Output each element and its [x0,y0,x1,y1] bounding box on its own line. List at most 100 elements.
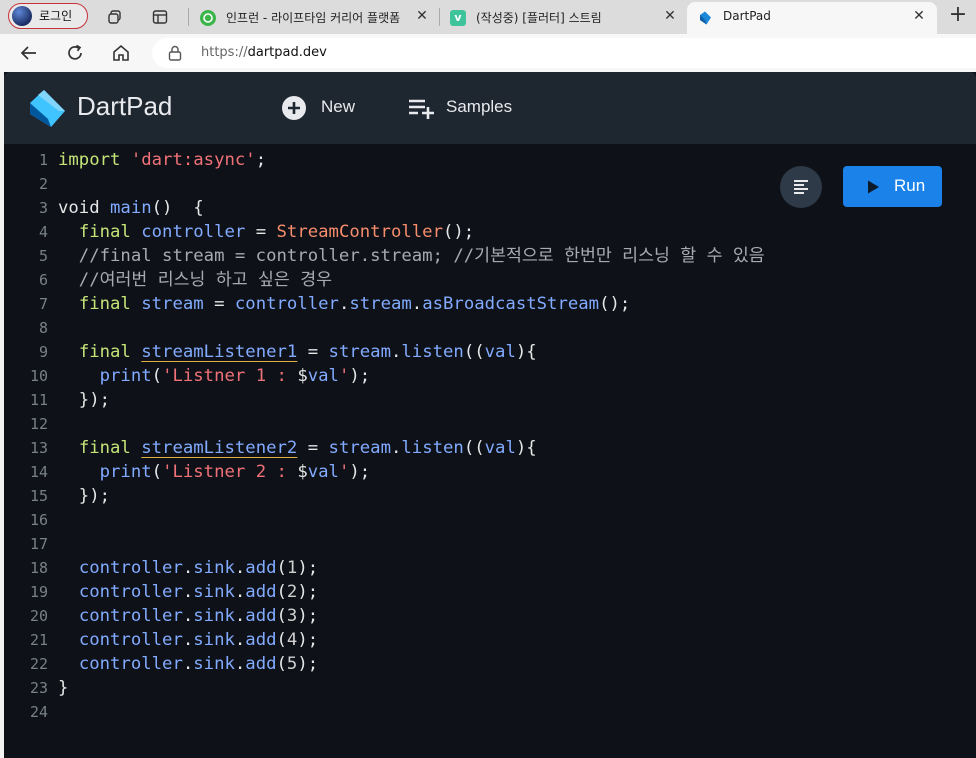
code-line: 23} [4,676,976,700]
code-token: controller [78,606,183,626]
code-token: final [78,438,142,458]
workspaces-icon[interactable] [106,8,124,26]
code-token: . [234,558,246,578]
code-token: . [411,294,423,314]
new-tab-icon[interactable]: + [946,4,970,28]
code-token: ' [338,462,350,482]
format-button[interactable] [780,166,822,208]
address-bar[interactable]: https://dartpad.dev [152,38,976,68]
line-number: 8 [38,319,48,337]
line-number: 14 [29,463,48,481]
code-line: 14 print('Listner 2 : $val'); [4,460,976,484]
code-token: //final stream = controller.stream; //기본… [58,246,765,266]
run-button[interactable]: Run [843,166,942,207]
tab-velog[interactable]: v (작성중) [플러터] 스트림 ✕ [440,2,686,34]
tab-separator [188,8,189,26]
code-token: . [182,558,194,578]
line-number: 18 [29,559,48,577]
samples-button[interactable]: Samples [408,94,528,122]
code-line: 1 import 'dart:async'; [4,148,976,172]
code-token: sink [193,582,235,602]
code-token: . [234,654,246,674]
home-icon[interactable] [110,42,132,64]
inflearn-favicon-icon [200,10,216,26]
profile-label: 로그인 [39,9,73,23]
code-token: $ [297,366,308,386]
line-code: final streamListener1 = stream.listen((v… [58,340,537,364]
code-token: ( [151,462,163,482]
code-token: add [245,582,277,602]
tab-title: 인프런 - 라이프타임 커리어 플랫폼 [226,11,401,25]
code-editor[interactable]: 1 import 'dart:async'; 2 3 void main() {4 fi… [4,144,976,758]
code-line: 20 controller.sink.add(3); [4,604,976,628]
code-token: . [390,342,402,362]
code-token: main [110,198,152,218]
line-code: final stream = controller.stream.asBroad… [58,292,630,316]
line-code: print('Listner 1 : $val'); [58,364,371,388]
line-code: void main() { [58,196,204,220]
line-number: 15 [29,487,48,505]
code-token: import [58,150,131,170]
code-line: 13 final streamListener2 = stream.listen… [4,436,976,460]
code-line: 15 }); [4,484,976,508]
code-line: 12 [4,412,976,436]
close-tab-icon[interactable]: ✕ [662,8,678,24]
code-line: 4 final controller = StreamController(); [4,220,976,244]
code-token: final [78,294,142,314]
code-token: ){ [515,342,537,362]
velog-favicon-icon: v [450,10,466,26]
code-token: stream [141,294,204,314]
code-token: void [58,198,111,218]
code-token: stream [328,438,391,458]
close-tab-icon[interactable]: ✕ [414,8,430,24]
line-number: 22 [29,655,48,673]
profile-button[interactable]: 로그인 [8,3,88,29]
code-line: 2 [4,172,976,196]
code-token: streamListener1 [141,342,298,362]
line-number: 9 [38,343,48,361]
tab-dartpad[interactable]: DartPad ✕ [687,2,937,34]
plus-circle-icon [282,96,306,120]
code-token: controller [78,654,183,674]
code-token: () { [151,198,204,218]
code-token: (); [599,294,631,314]
code-token: ( [276,606,287,626]
code-token: 4 [286,630,298,650]
tab-inflearn[interactable]: 인프런 - 라이프타임 커리어 플랫폼 ✕ [190,2,438,34]
lock-icon[interactable] [168,45,182,61]
code-line: 11 }); [4,388,976,412]
arrow-left-icon[interactable] [18,42,40,64]
line-code: controller.sink.add(4); [58,628,318,652]
code-token: ); [297,606,319,626]
dart-logo-icon [30,90,65,127]
code-token: 'Listner 2 : [162,462,298,482]
code-token: asBroadcastStream [422,294,600,314]
tab-actions-icon[interactable] [151,8,169,26]
code-token: controller [234,294,339,314]
code-line: 10 print('Listner 1 : $val'); [4,364,976,388]
code-token: . [182,630,194,650]
code-line: 5 //final stream = controller.stream; //… [4,244,976,268]
code-token: (( [463,438,485,458]
code-line: 6 //여러번 리스닝 하고 싶은 경우 [4,268,976,292]
new-button[interactable]: New [281,94,365,122]
format-align-icon [794,180,808,194]
code-token: ( [276,630,287,650]
code-token: //여러번 리스닝 하고 싶은 경우 [58,270,333,290]
code-token: ); [297,558,319,578]
line-number: 21 [29,631,48,649]
code-token: = [245,222,277,242]
code-token: ' [338,366,350,386]
code-token: streamListener2 [141,438,298,458]
code-token: final [78,342,142,362]
reload-icon[interactable] [64,42,86,64]
playlist-add-icon [409,99,434,119]
code-line: 16 [4,508,976,532]
close-tab-icon[interactable]: ✕ [911,8,927,24]
code-token: sink [193,630,235,650]
code-token: ( [276,558,287,578]
